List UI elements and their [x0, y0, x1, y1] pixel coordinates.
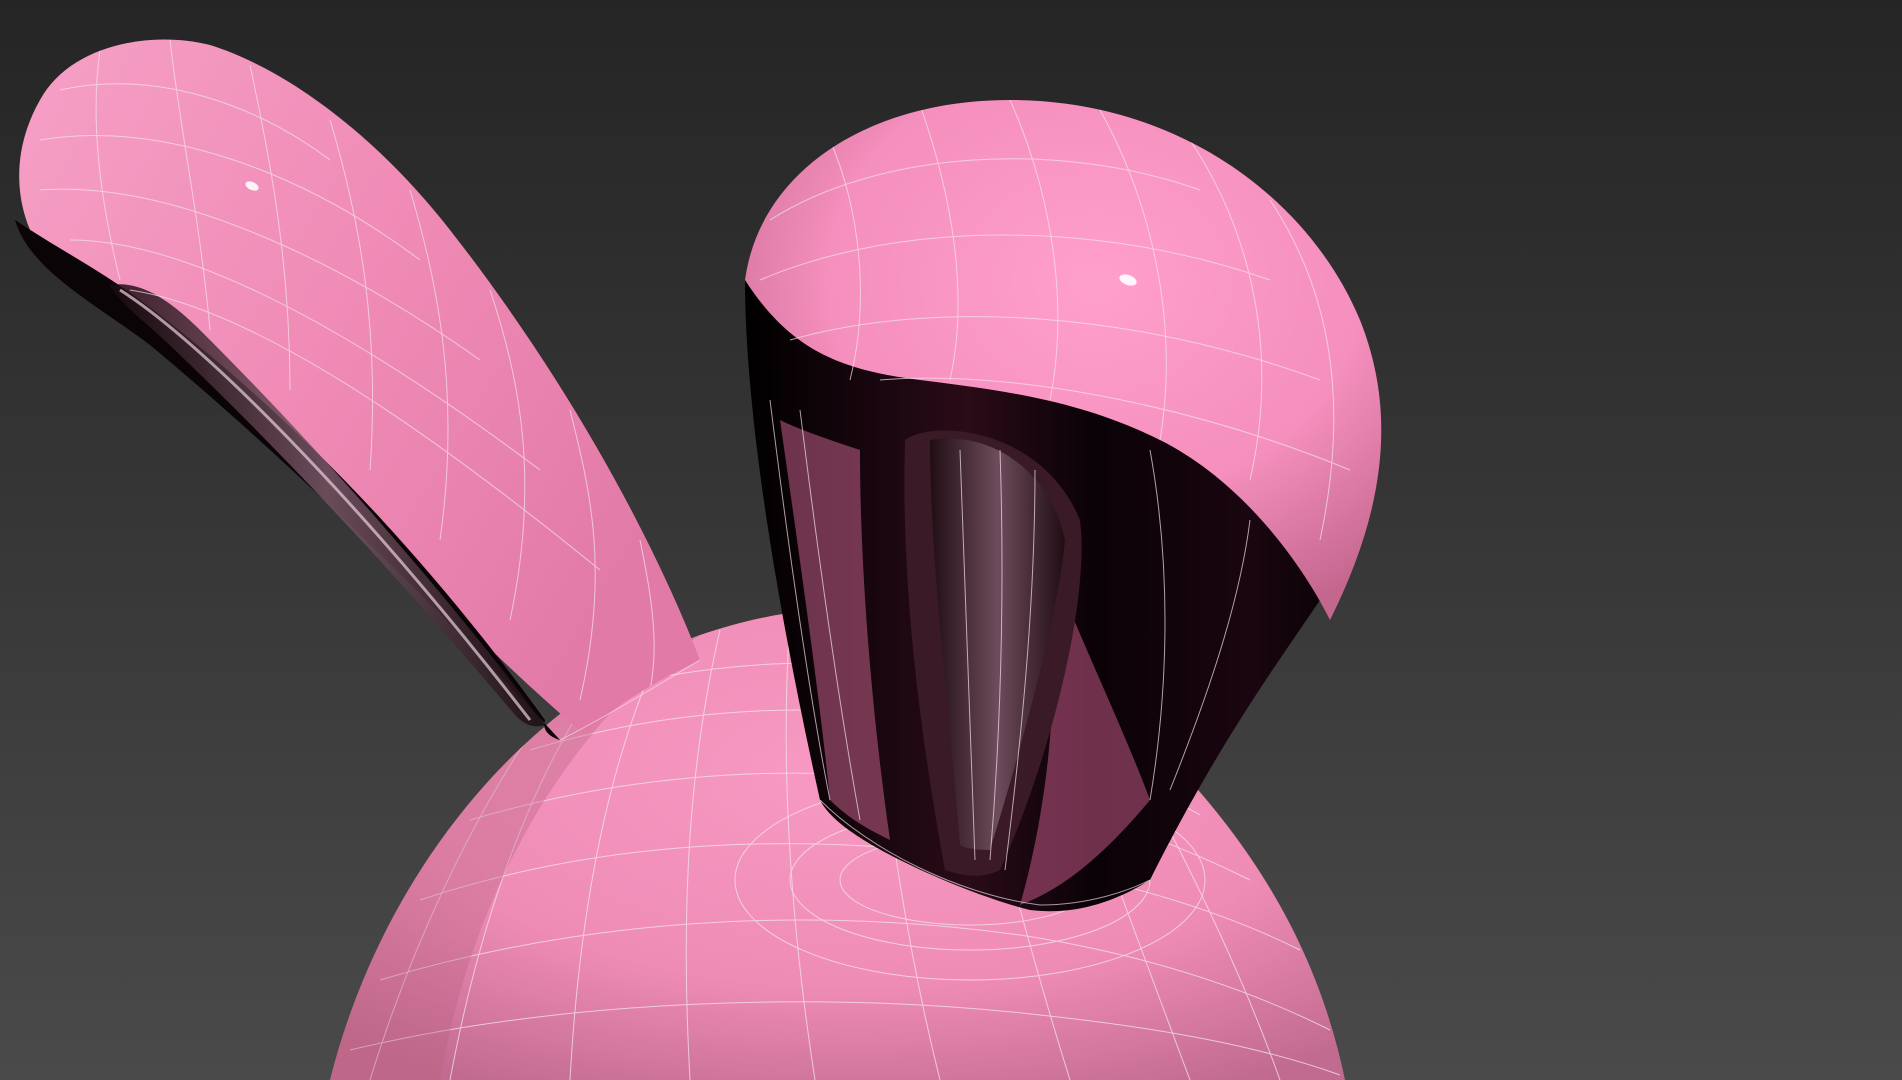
3d-viewport[interactable]: [0, 0, 1902, 1080]
